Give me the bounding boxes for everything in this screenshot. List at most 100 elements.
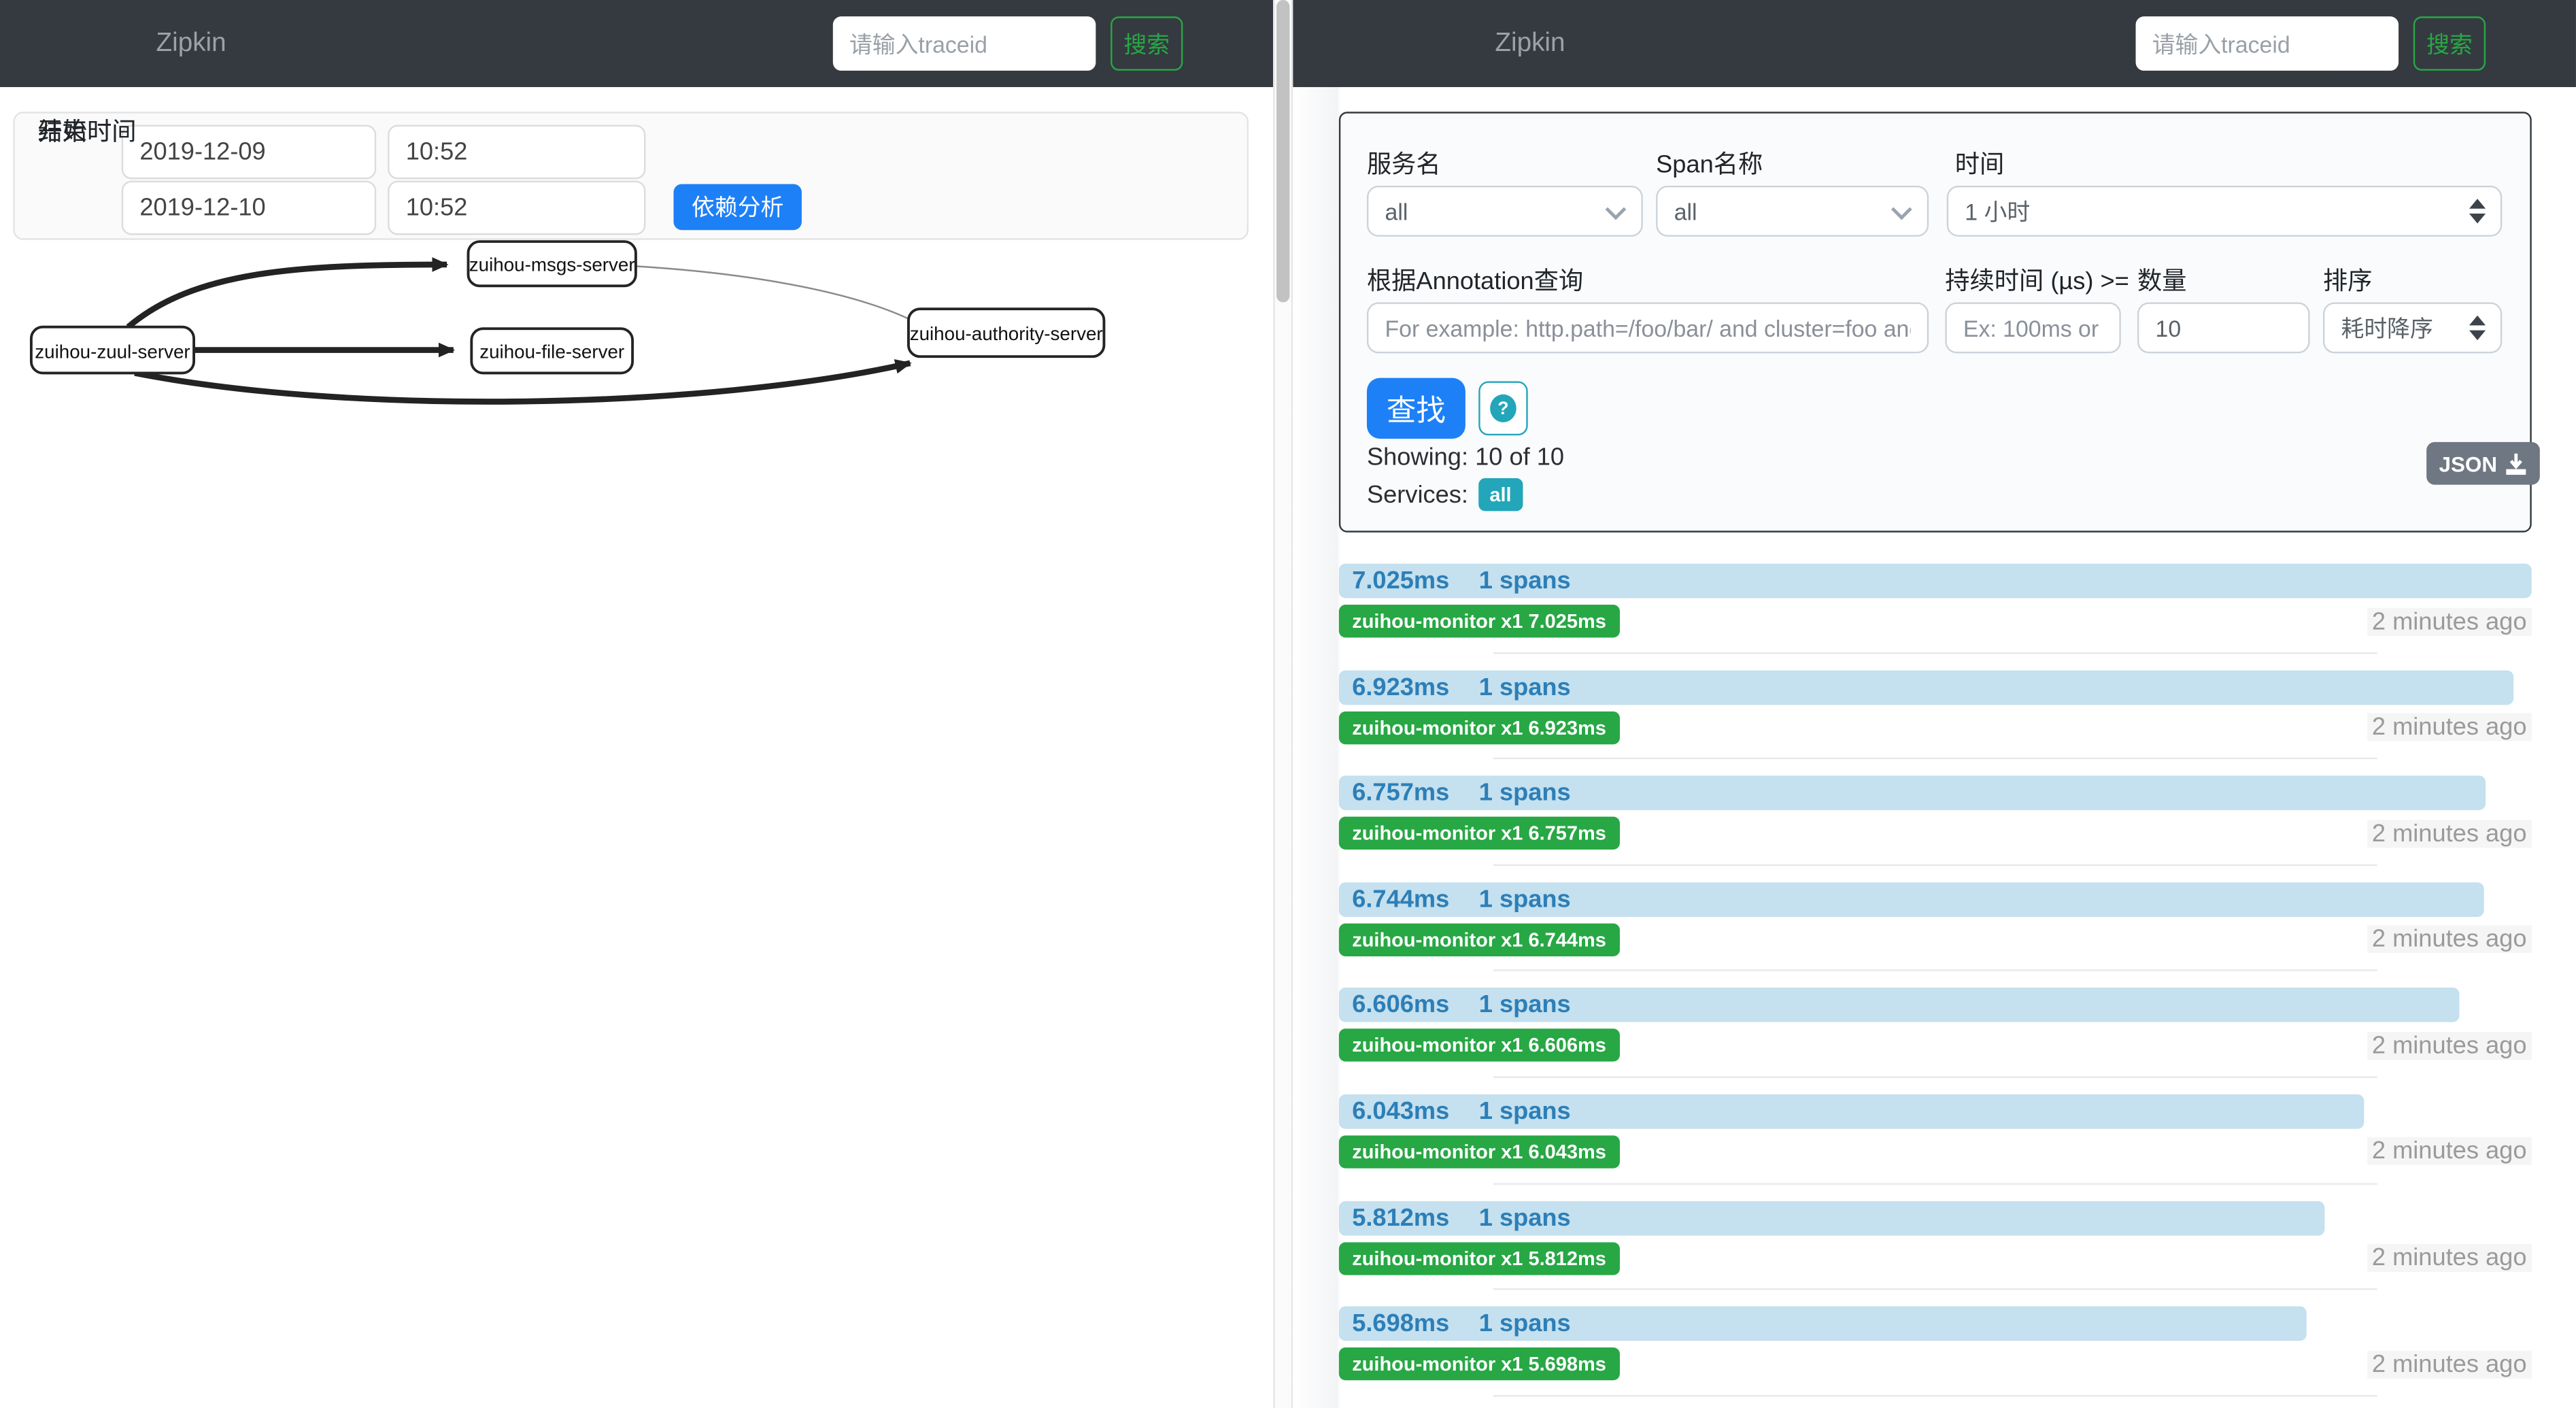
lookback-select[interactable]: 1 小时 (1947, 186, 2503, 237)
svg-text:zuihou-zuul-server: zuihou-zuul-server (35, 341, 190, 363)
trace-query-card: 服务名 Span名称 时间 all all 1 小时 (1339, 112, 2532, 532)
trace-meta-row: zuihou-monitor x1 6.043ms 2 minutes ago (1339, 1135, 2532, 1168)
trace-meta-row: zuihou-monitor x1 6.757ms 2 minutes ago (1339, 817, 2532, 850)
service-name-select-control[interactable]: all (1368, 187, 1641, 235)
traceid-search-input[interactable] (2136, 16, 2399, 71)
app-brand: Zipkin (156, 29, 226, 58)
services-label: Services: (1367, 481, 1468, 509)
traceid-search-button[interactable]: 搜索 (1111, 16, 1183, 71)
limit-field[interactable] (2137, 303, 2310, 354)
trace-row: 6.744ms 1 spans zuihou-monitor x1 6.744m… (1339, 882, 2532, 988)
trace-row: 5.698ms 1 spans zuihou-monitor x1 5.698m… (1339, 1307, 2532, 1408)
svg-text:zuihou-msgs-server: zuihou-msgs-server (469, 254, 635, 275)
trace-time-ago: 2 minutes ago (2367, 1244, 2532, 1272)
trace-duration-bar[interactable]: 6.043ms 1 spans (1339, 1094, 2365, 1129)
trace-row: 6.606ms 1 spans zuihou-monitor x1 6.606m… (1339, 988, 2532, 1094)
annotation-query-field[interactable] (1367, 303, 1929, 354)
trace-service-badge[interactable]: zuihou-monitor x1 6.923ms (1339, 711, 1619, 743)
trace-time-ago: 2 minutes ago (2367, 820, 2532, 848)
min-duration-field[interactable] (1945, 303, 2120, 354)
date-filter-card: 开始时间 结束时间 依赖分析 (13, 112, 1249, 239)
trace-duration: 6.757ms (1352, 780, 1449, 807)
showing-count-text: Showing: 10 of 10 (1367, 443, 1564, 471)
trace-meta-row: zuihou-monitor x1 6.744ms 2 minutes ago (1339, 923, 2532, 956)
sort-select[interactable]: 耗时降序 (2323, 303, 2502, 354)
limit-label: 数量 (2137, 263, 2187, 298)
start-date-input[interactable] (122, 125, 376, 180)
trace-span-count: 1 spans (1479, 992, 1571, 1020)
svg-text:zuihou-authority-server: zuihou-authority-server (910, 323, 1103, 344)
dependency-analyze-button[interactable]: 依赖分析 (673, 184, 801, 231)
trace-duration-bar[interactable]: 6.606ms 1 spans (1339, 988, 2460, 1023)
scrollbar-thumb[interactable] (1276, 0, 1289, 303)
find-traces-button[interactable]: 查找 (1367, 378, 1465, 439)
trace-service-badge[interactable]: zuihou-monitor x1 5.698ms (1339, 1347, 1619, 1380)
left-navbar: Zipkin 搜索 (0, 0, 1273, 87)
trace-span-count: 1 spans (1479, 567, 1571, 594)
trace-service-badge[interactable]: zuihou-monitor x1 6.606ms (1339, 1029, 1619, 1062)
trace-duration: 6.606ms (1352, 992, 1449, 1020)
graph-node-zuul-server[interactable]: zuihou-zuul-server (31, 327, 194, 373)
vertical-scrollbar[interactable] (1273, 0, 1293, 1408)
trace-time-ago: 2 minutes ago (2367, 1032, 2532, 1060)
trace-span-count: 1 spans (1479, 1204, 1571, 1232)
limit-input[interactable] (2139, 304, 2308, 352)
trace-duration: 6.923ms (1352, 673, 1449, 701)
trace-row: 6.043ms 1 spans zuihou-monitor x1 6.043m… (1339, 1094, 2532, 1201)
end-date-input[interactable] (122, 181, 376, 235)
traceid-search-button[interactable]: 搜索 (2413, 16, 2486, 71)
traceid-search-input[interactable] (833, 16, 1096, 71)
dependency-panel: Zipkin 搜索 开始时间 结束时间 依赖分析 (0, 0, 1273, 1408)
trace-duration-bar[interactable]: 6.744ms 1 spans (1339, 882, 2484, 917)
min-duration-input[interactable] (1947, 304, 2120, 352)
trace-duration-bar[interactable]: 7.025ms 1 spans (1339, 564, 2532, 599)
download-json-button[interactable]: JSON (2426, 442, 2540, 485)
trace-duration-bar[interactable]: 5.812ms 1 spans (1339, 1201, 2325, 1235)
edge-msgs-to-authority (636, 266, 909, 318)
trace-service-badge[interactable]: zuihou-monitor x1 6.744ms (1339, 923, 1619, 956)
trace-span-count: 1 spans (1479, 886, 1571, 913)
trace-duration-bar[interactable]: 6.757ms 1 spans (1339, 776, 2486, 811)
lookback-select-control[interactable]: 1 小时 (1948, 187, 2501, 235)
trace-time-ago: 2 minutes ago (2367, 1350, 2532, 1378)
trace-search-panel: Zipkin 搜索 服务名 Span名称 时间 all all (1293, 0, 2576, 1408)
navbar-search-group: 搜索 (833, 16, 1183, 71)
svg-text:zuihou-file-server: zuihou-file-server (479, 341, 624, 363)
sort-label: 排序 (2323, 263, 2373, 298)
service-name-select[interactable]: all (1367, 186, 1643, 237)
row-divider (1494, 1288, 2377, 1290)
annotation-query-label: 根据Annotation查询 (1367, 263, 1583, 298)
download-icon (2505, 453, 2526, 474)
service-filter-badge[interactable]: all (1478, 478, 1523, 511)
annotation-query-input[interactable] (1368, 304, 1927, 352)
trace-time-ago: 2 minutes ago (2367, 926, 2532, 954)
min-duration-label: 持续时间 (µs) >= (1945, 263, 2129, 298)
graph-node-file-server[interactable]: zuihou-file-server (471, 329, 632, 373)
right-navbar: Zipkin 搜索 (1293, 0, 2576, 87)
json-button-label: JSON (2439, 451, 2497, 475)
trace-duration-bar[interactable]: 5.698ms 1 spans (1339, 1307, 2306, 1341)
trace-time-ago: 2 minutes ago (2367, 1138, 2532, 1166)
trace-service-badge[interactable]: zuihou-monitor x1 7.025ms (1339, 605, 1619, 637)
graph-node-authority-server[interactable]: zuihou-authority-server (909, 309, 1104, 356)
start-time-input[interactable] (388, 125, 645, 180)
trace-row: 5.812ms 1 spans zuihou-monitor x1 5.812m… (1339, 1201, 2532, 1307)
span-name-select[interactable]: all (1656, 186, 1929, 237)
trace-duration-bar[interactable]: 6.923ms 1 spans (1339, 670, 2514, 705)
trace-service-badge[interactable]: zuihou-monitor x1 5.812ms (1339, 1241, 1619, 1274)
span-name-select-control[interactable]: all (1658, 187, 1927, 235)
edge-zuul-to-msgs (128, 265, 447, 327)
trace-service-badge[interactable]: zuihou-monitor x1 6.043ms (1339, 1135, 1619, 1168)
service-name-label: 服务名 (1367, 146, 1441, 181)
help-button[interactable]: ? (1478, 381, 1527, 435)
trace-row: 6.757ms 1 spans zuihou-monitor x1 6.757m… (1339, 776, 2532, 882)
row-divider (1494, 758, 2377, 759)
trace-span-count: 1 spans (1479, 780, 1571, 807)
end-time-input[interactable] (388, 181, 645, 235)
trace-span-count: 1 spans (1479, 673, 1571, 701)
trace-meta-row: zuihou-monitor x1 6.923ms 2 minutes ago (1339, 711, 2532, 743)
sort-select-control[interactable]: 耗时降序 (2324, 304, 2500, 352)
row-divider (1494, 970, 2377, 971)
trace-service-badge[interactable]: zuihou-monitor x1 6.757ms (1339, 817, 1619, 850)
graph-node-msgs-server[interactable]: zuihou-msgs-server (469, 241, 636, 286)
